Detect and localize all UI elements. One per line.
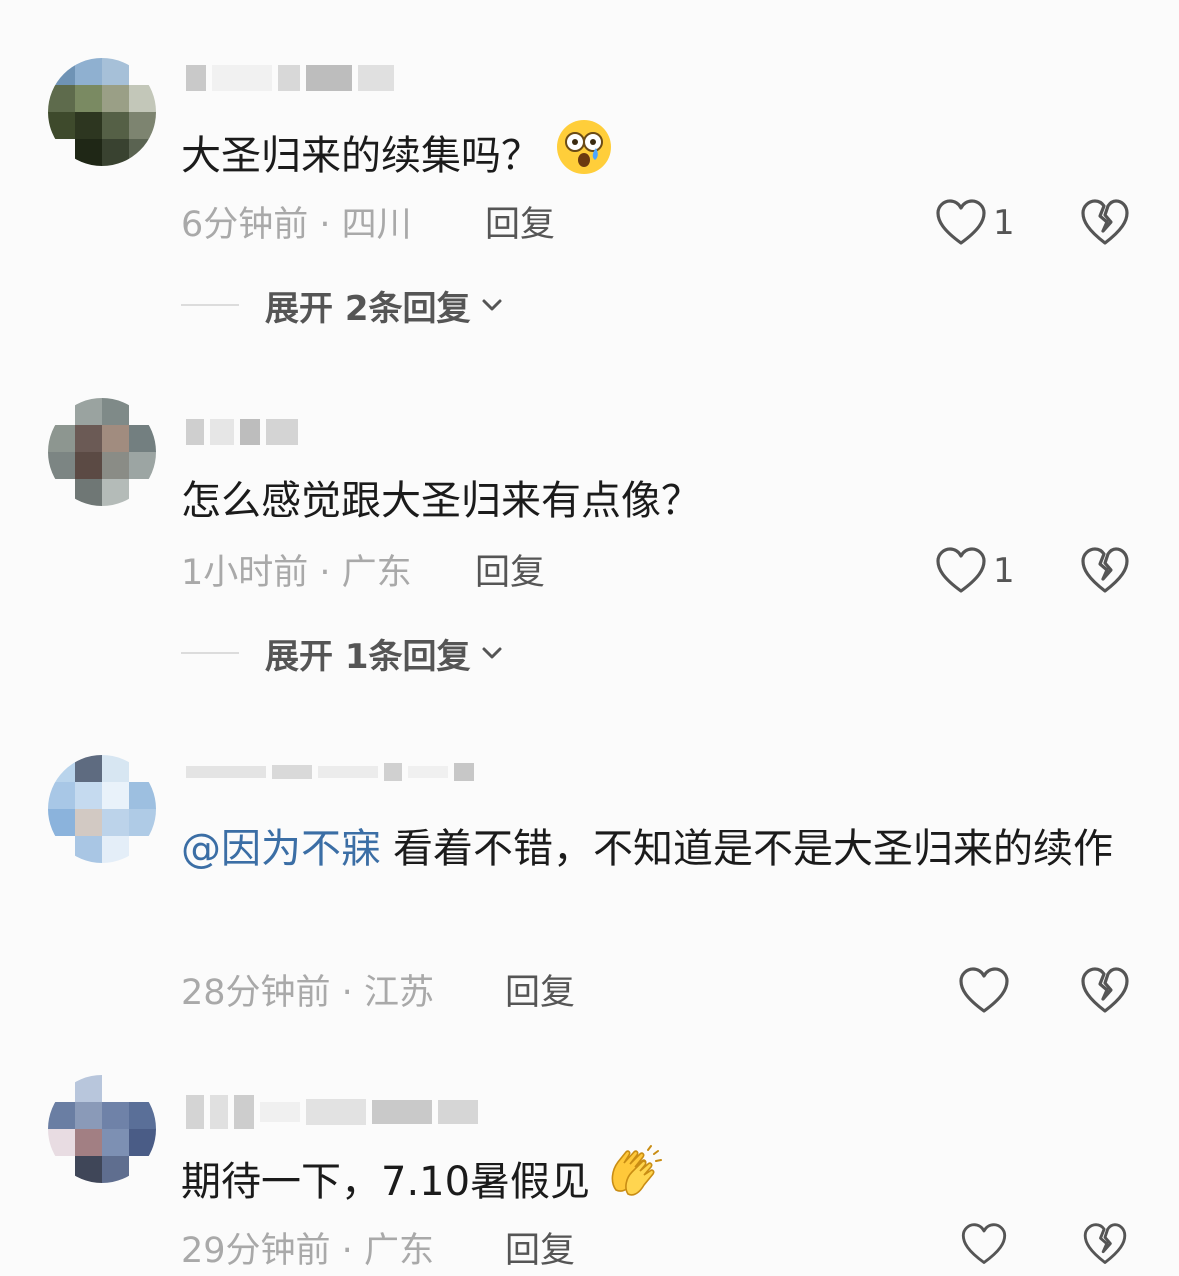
mention-link[interactable]: @因为不寐 <box>181 826 381 872</box>
comment-meta: 29分钟前 · 广东 <box>181 1226 434 1276</box>
avatar[interactable] <box>48 755 156 863</box>
reply-button[interactable]: 回复 <box>475 548 545 598</box>
chevron-down-icon <box>482 299 501 311</box>
comment-location: 四川 <box>341 205 412 245</box>
comment-time: 29分钟前 <box>181 1231 331 1271</box>
like-button[interactable] <box>958 1222 1016 1267</box>
meta-separator: · <box>330 973 364 1013</box>
comment-text: 大圣归来的续集吗？ <box>181 118 1141 198</box>
expand-replies-button[interactable]: 展开 1条回复 <box>181 628 505 678</box>
comment-text: @因为不寐 看着不错，不知道是不是大圣归来的续作 <box>181 826 1113 872</box>
comment-time: 6分钟前 <box>181 205 309 245</box>
comment-text: 怎么感觉跟大圣归来有点像？ <box>181 478 701 524</box>
avatar[interactable] <box>48 58 156 166</box>
comment-time: 1小时前 <box>181 553 309 593</box>
comment-location: 江苏 <box>363 973 434 1013</box>
broken-heart-icon <box>1081 199 1129 245</box>
comment-meta: 1小时前 · 广东 <box>181 548 412 598</box>
broken-heart-icon <box>1083 1223 1127 1264</box>
meta-separator: · <box>330 1231 364 1271</box>
divider-line <box>181 304 239 306</box>
comment-location: 广东 <box>363 1231 434 1271</box>
like-button[interactable] <box>958 966 1016 1016</box>
heart-icon <box>961 1223 1007 1264</box>
comment-location: 广东 <box>341 553 412 593</box>
reply-button[interactable]: 回复 <box>505 1226 575 1276</box>
divider-line <box>181 652 239 654</box>
avatar[interactable] <box>48 1075 156 1183</box>
meta-separator: · <box>308 553 342 593</box>
comment-meta: 28分钟前 · 江苏 <box>181 968 434 1018</box>
comment-time: 28分钟前 <box>181 973 331 1013</box>
avatar[interactable] <box>48 398 156 506</box>
broken-heart-icon <box>1081 547 1129 593</box>
like-button[interactable]: 1 <box>935 546 1015 596</box>
broken-heart-icon <box>1081 967 1129 1013</box>
comment-text: 期待一下，7.10暑假见 <box>181 1144 1141 1224</box>
dislike-button[interactable] <box>1080 966 1130 1020</box>
username-blurred[interactable] <box>186 412 298 452</box>
heart-icon <box>936 199 986 245</box>
username-blurred[interactable] <box>186 1092 478 1132</box>
heart-icon <box>959 967 1009 1013</box>
username-blurred[interactable] <box>186 58 394 98</box>
username-blurred[interactable] <box>186 752 474 792</box>
comment-meta: 6分钟前 · 四川 <box>181 200 412 250</box>
reply-button[interactable]: 回复 <box>485 200 555 250</box>
reply-button[interactable]: 回复 <box>505 968 575 1018</box>
dislike-button[interactable] <box>1080 198 1130 252</box>
like-button[interactable]: 1 <box>935 198 1015 248</box>
meta-separator: · <box>308 205 342 245</box>
like-count: 1 <box>993 551 1015 591</box>
chevron-down-icon <box>482 647 501 659</box>
expand-replies-button[interactable]: 展开 2条回复 <box>181 280 505 330</box>
dislike-button[interactable] <box>1080 1222 1130 1271</box>
astonished-emoji-icon <box>555 118 613 198</box>
clapping-hands-emoji-icon <box>604 1144 663 1224</box>
like-count: 1 <box>993 203 1015 243</box>
dislike-button[interactable] <box>1080 546 1130 600</box>
heart-icon <box>936 547 986 593</box>
